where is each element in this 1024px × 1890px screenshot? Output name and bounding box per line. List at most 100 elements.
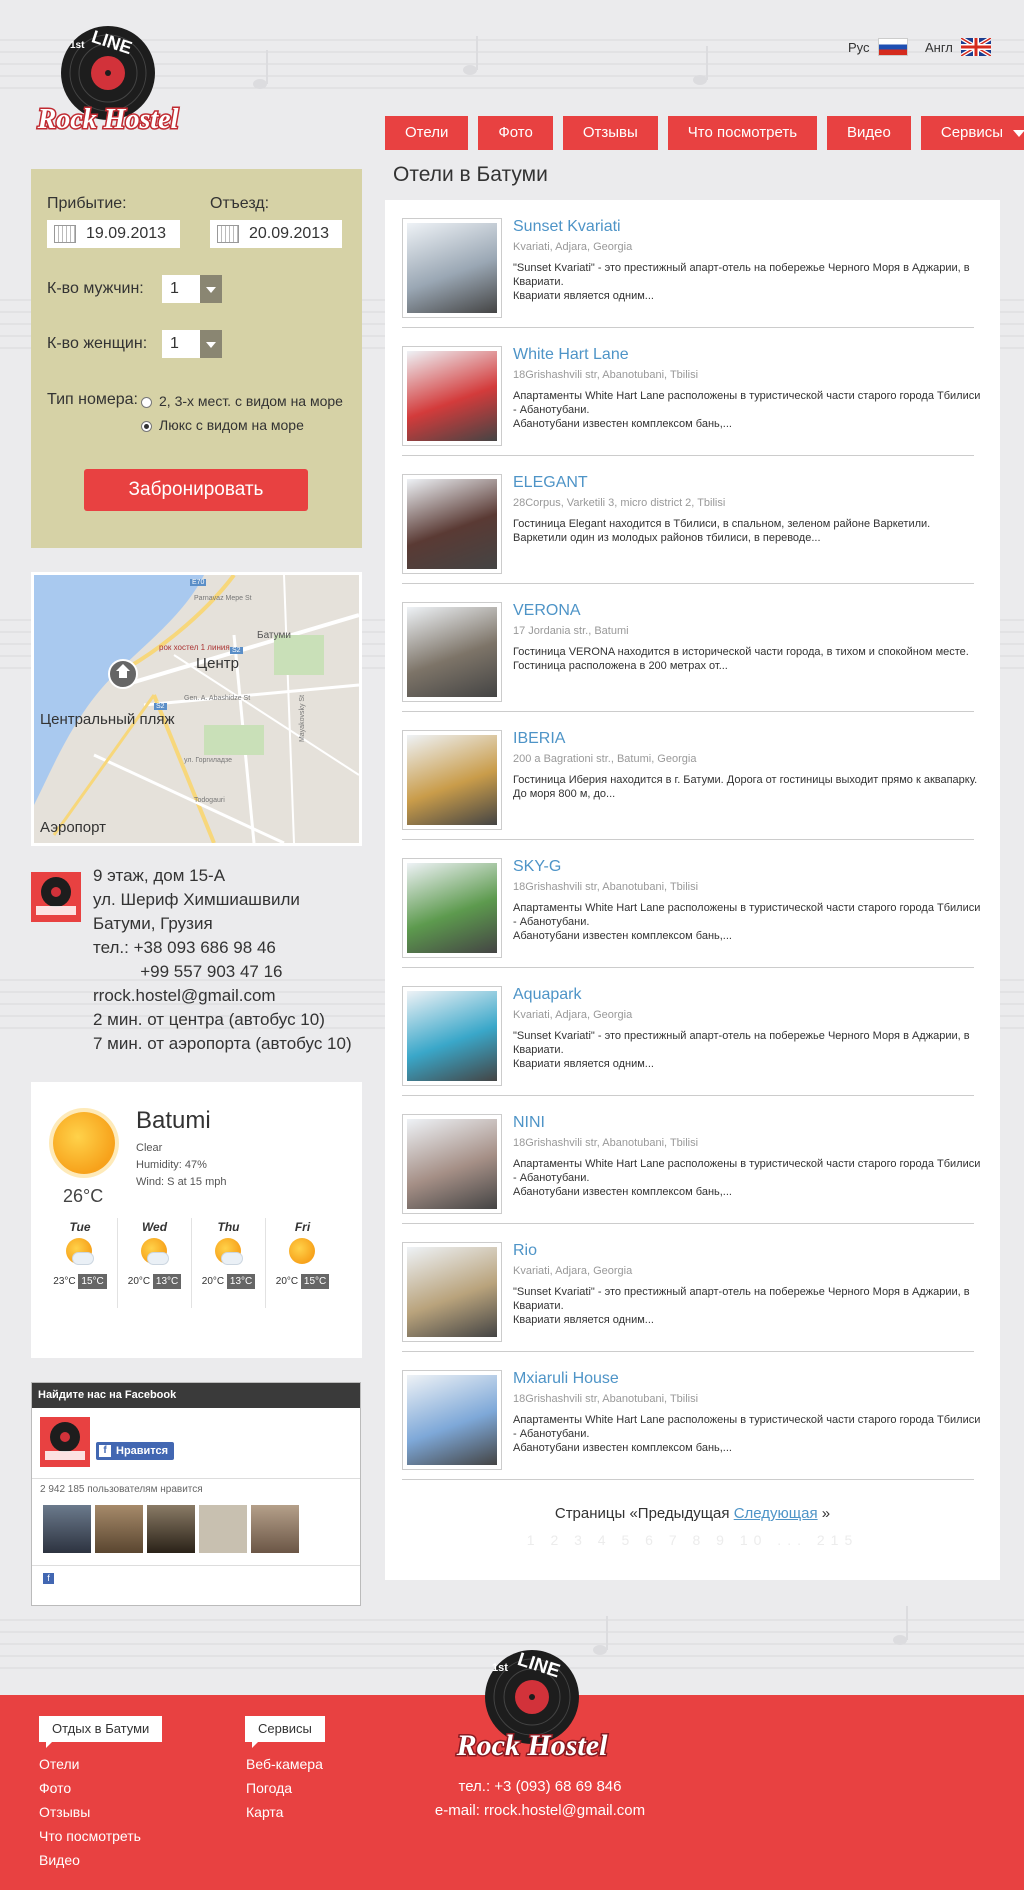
arrival-date-field[interactable]: 19.09.2013 xyxy=(47,220,180,248)
hotel-item[interactable]: SKY-G 18Grishashvili str, Abanotubani, Tb… xyxy=(402,840,980,968)
hotel-photo[interactable] xyxy=(407,223,497,313)
hotel-photo[interactable] xyxy=(407,863,497,953)
arrival-date-value[interactable]: 19.09.2013 xyxy=(86,225,166,243)
nav-reviews[interactable]: Отзывы xyxy=(562,116,658,150)
room-option-2[interactable]: Люкс с видом на море xyxy=(141,417,304,433)
footer-link-sights[interactable]: Что посмотреть xyxy=(39,1828,141,1844)
room-option-2-label[interactable]: Люкс с видом на море xyxy=(159,417,304,433)
men-count-value[interactable]: 1 xyxy=(170,280,179,298)
fan-avatar[interactable] xyxy=(251,1505,299,1553)
hotel-name[interactable]: Rio xyxy=(513,1242,537,1260)
fan-avatar[interactable] xyxy=(43,1505,91,1553)
nav-services[interactable]: Сервисы xyxy=(920,116,1024,150)
hotel-name[interactable]: SKY-G xyxy=(513,858,561,876)
hotel-photo[interactable] xyxy=(407,607,497,697)
hotel-name[interactable]: Aquapark xyxy=(513,986,582,1004)
hotel-photo[interactable] xyxy=(407,991,497,1081)
facebook-like-button[interactable]: f Нравится xyxy=(96,1442,175,1460)
footer-link-weather[interactable]: Погода xyxy=(246,1780,292,1796)
dropdown-arrow-icon[interactable] xyxy=(200,275,222,303)
hotel-thumbnail[interactable] xyxy=(402,346,502,446)
footer-link-video[interactable]: Видео xyxy=(39,1852,80,1868)
nav-services-label[interactable]: Сервисы xyxy=(941,124,1003,141)
hotel-photo[interactable] xyxy=(407,351,497,441)
fan-avatar[interactable] xyxy=(95,1505,143,1553)
rock-hostel-logo[interactable]: LINE 1st Rock Hostel xyxy=(30,18,190,138)
footer-email[interactable]: e-mail: rrock.hostel@gmail.com xyxy=(390,1802,690,1819)
hotel-thumbnail[interactable] xyxy=(402,730,502,830)
hotel-name[interactable]: VERONA xyxy=(513,602,581,620)
hotel-thumbnail[interactable] xyxy=(402,602,502,702)
hotel-photo[interactable] xyxy=(407,1119,497,1209)
hotel-item[interactable]: Mxiaruli House 18Grishashvili str, Abanot… xyxy=(402,1352,980,1480)
nav-sights[interactable]: Что посмотреть xyxy=(667,116,818,150)
lang-en-label[interactable]: Англ xyxy=(925,40,953,55)
hotel-thumbnail[interactable] xyxy=(402,1370,502,1470)
hotel-name[interactable]: NINI xyxy=(513,1114,545,1132)
location-map[interactable]: рок хостел 1 линия Батуми Parnavaz Mepe … xyxy=(31,572,362,846)
departure-date-field[interactable]: 20.09.2013 xyxy=(210,220,342,248)
fan-avatar[interactable] xyxy=(147,1505,195,1553)
nav-video[interactable]: Видео xyxy=(827,116,911,150)
footer-link-map[interactable]: Карта xyxy=(246,1804,283,1820)
departure-date-value[interactable]: 20.09.2013 xyxy=(249,225,329,243)
room-option-1-label[interactable]: 2, 3-х мест. с видом на море xyxy=(159,393,343,409)
hotel-item[interactable]: Aquapark Kvariati, Adjara, Georgia "Sunset… xyxy=(402,968,974,1096)
nav-photo[interactable]: Фото xyxy=(478,116,553,150)
chevron-down-icon[interactable] xyxy=(1013,129,1024,137)
russia-flag-icon[interactable] xyxy=(877,38,908,56)
lang-ru-label[interactable]: Рус xyxy=(848,40,870,55)
book-button[interactable]: Забронировать xyxy=(84,469,308,511)
hotel-name[interactable]: IBERIA xyxy=(513,730,565,748)
hotel-photo[interactable] xyxy=(407,1247,497,1337)
women-count-value[interactable]: 1 xyxy=(170,335,179,353)
pagination-prev[interactable]: Страницы «Предыдущая xyxy=(555,1505,730,1522)
dropdown-arrow-icon[interactable] xyxy=(200,330,222,358)
hotel-name[interactable]: ELEGANT xyxy=(513,474,588,492)
hotel-thumbnail[interactable] xyxy=(402,858,502,958)
hotel-item[interactable]: Rio Kvariati, Adjara, Georgia "Sunset Kvar… xyxy=(402,1224,974,1352)
radio-button[interactable] xyxy=(141,396,152,408)
facebook-like-label[interactable]: Нравится xyxy=(116,1445,168,1457)
hotel-item[interactable]: White Hart Lane 18Grishashvili str, Abano… xyxy=(402,328,980,456)
hotel-item[interactable]: ELEGANT 28Corpus, Varketili 3, micro dist… xyxy=(402,456,974,584)
facebook-icon[interactable]: f xyxy=(43,1573,54,1584)
radio-button-selected[interactable] xyxy=(141,420,152,432)
hotel-photo[interactable] xyxy=(407,1375,497,1465)
hotel-thumbnail[interactable] xyxy=(402,1114,502,1214)
hotel-name[interactable]: Mxiaruli House xyxy=(513,1370,619,1388)
lang-ru[interactable]: Рус xyxy=(848,38,908,56)
calendar-icon[interactable] xyxy=(54,225,76,243)
uk-flag-icon[interactable] xyxy=(960,38,991,56)
hotel-thumbnail[interactable] xyxy=(402,986,502,1086)
facebook-page-logo[interactable] xyxy=(40,1417,90,1467)
footer-link-reviews[interactable]: Отзывы xyxy=(39,1804,90,1820)
fan-avatar[interactable] xyxy=(199,1505,247,1553)
men-count-select[interactable]: 1 xyxy=(162,275,222,303)
facebook-icon[interactable]: f xyxy=(99,1445,111,1457)
hotel-name[interactable]: Sunset Kvariati xyxy=(513,218,621,236)
footer-link-hotels[interactable]: Отели xyxy=(39,1756,79,1772)
hotel-thumbnail[interactable] xyxy=(402,474,502,574)
hotel-description-text: Гостиница Иберия находится в г. Батуми. … xyxy=(513,774,978,800)
hotel-photo[interactable] xyxy=(407,735,497,825)
footer-logo[interactable]: LINE 1st Rock Hostel xyxy=(452,1635,612,1770)
page-numbers[interactable]: 1 2 3 4 5 6 7 8 9 10 ... 215 xyxy=(385,1532,1000,1548)
hotel-item[interactable]: IBERIA 200 a Bagrationi str., Batumi, Geo… xyxy=(402,712,977,840)
contact-email[interactable]: rrock.hostel@gmail.com xyxy=(93,984,352,1008)
footer-link-photo[interactable]: Фото xyxy=(39,1780,71,1796)
hotel-thumbnail[interactable] xyxy=(402,218,502,318)
nav-hotels[interactable]: Отели xyxy=(385,116,469,150)
hotel-photo[interactable] xyxy=(407,479,497,569)
calendar-icon[interactable] xyxy=(217,225,239,243)
pagination-next[interactable]: Следующая xyxy=(734,1505,818,1522)
hotel-item[interactable]: Sunset Kvariati Kvariati, Adjara, Georgia… xyxy=(402,200,974,328)
hotel-name[interactable]: White Hart Lane xyxy=(513,346,629,364)
women-count-select[interactable]: 1 xyxy=(162,330,222,358)
room-option-1[interactable]: 2, 3-х мест. с видом на море xyxy=(141,393,343,409)
footer-link-webcam[interactable]: Веб-камера xyxy=(246,1756,323,1772)
hotel-item[interactable]: NINI 18Grishashvili str, Abanotubani, Tbi… xyxy=(402,1096,980,1224)
hotel-item[interactable]: VERONA 17 Jordania str., Batumi Гостиница … xyxy=(402,584,974,712)
lang-en[interactable]: Англ xyxy=(925,38,991,56)
hotel-thumbnail[interactable] xyxy=(402,1242,502,1342)
